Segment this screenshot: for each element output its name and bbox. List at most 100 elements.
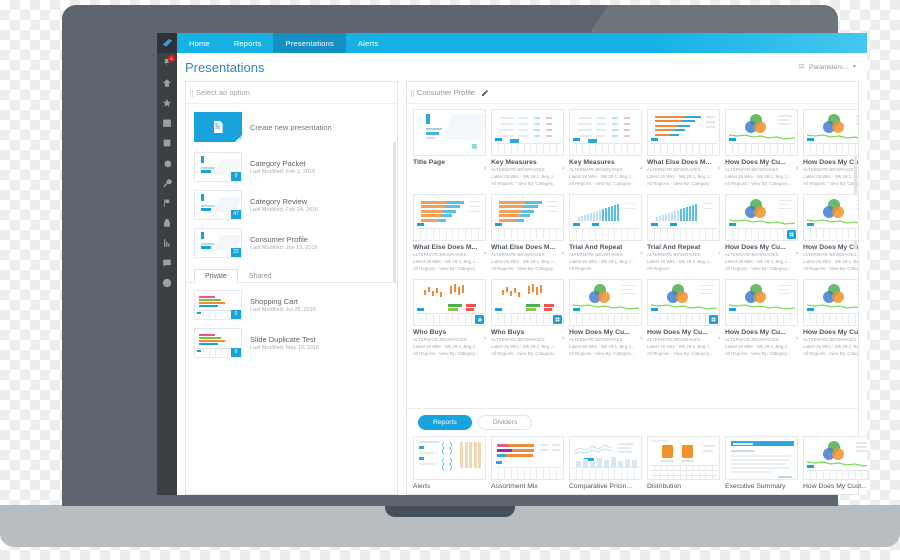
pin-icon[interactable] [795,244,800,257]
slide-card[interactable]: What Else Does M... ALTERNATE BEVERAGES … [491,193,568,279]
rail-item-home-icon[interactable] [157,73,177,93]
slide-subtitle: ALTERNATE BEVERAGES Latest 26 Wks - Wk 2… [413,337,481,357]
nav-item-presentations[interactable]: Presentations [273,33,346,53]
slide-card[interactable]: How Does My Cu... ALTERNATE BEVERAGES La… [803,109,858,194]
app-logo-icon[interactable] [157,33,177,53]
pin-icon[interactable] [639,159,644,172]
pin-icon[interactable] [717,159,722,172]
slide-title: How Does My Cu... [569,328,630,336]
slide-card[interactable]: Key Measures ALTERNATE BEVERAGES Latest … [569,109,646,194]
tab-reports[interactable]: Reports [418,415,472,430]
slide-count-badge: 6 [231,348,241,357]
slide-sub-line-3: All Regions - View By: Category... [725,266,791,272]
slide-card[interactable]: How Does My Cu... ALTERNATE BEVERAGES La… [569,278,646,364]
slide-sub-line-3: All Regions - View By: Category [491,266,554,272]
rail-badge: 1 [168,55,175,62]
list-item[interactable]: 6 Slide Duplicate Test Last Modified: Ma… [186,324,397,362]
slide-caption: How Does My Cu... ALTERNATE BEVERAGES La… [569,329,644,358]
slide-caption: How Does My Cu... ALTERNATE BEVERAGES La… [803,159,858,188]
slide-card[interactable]: What Else Does M... ALTERNATE BEVERAGES … [413,193,490,279]
pin-icon[interactable] [483,329,488,341]
nav-item-home[interactable]: Home [177,33,222,53]
tab-dividers[interactable]: Dividers [477,415,533,430]
list-item[interactable]: 9 Category Packet Last Modified: Feb 1, … [186,148,397,186]
rail-item-pin-alert-icon[interactable]: 1 [157,53,177,73]
presentation-list-panel: Select an option + Create new presentati… [185,81,398,495]
pin-icon[interactable] [483,159,488,172]
grid-badge-icon[interactable] [553,314,562,324]
pin-icon[interactable] [717,329,722,341]
rail-item-chart-icon[interactable] [157,233,177,253]
nav-item-alerts[interactable]: Alerts [346,33,390,53]
slide-caption: Who Buys ALTERNATE BEVERAGES Latest 26 W… [413,329,488,358]
slide-subtitle: ALTERNATE BEVERAGES Latest 26 Wks - Wk 2… [569,337,637,357]
report-card[interactable]: Distribution [647,436,724,490]
pin-icon[interactable] [561,329,566,341]
slide-card[interactable]: Trial And Repeat ALTERNATE BEVERAGES Lat… [647,193,724,279]
slide-card[interactable]: Who Buys ALTERNATE BEVERAGES Latest 26 W… [491,278,568,364]
grid-badge-icon[interactable] [787,229,796,239]
slide-card[interactable]: Key Measures ALTERNATE BEVERAGES Latest … [491,109,568,194]
slide-caption: Trial And Repeat ALTERNATE BEVERAGES Lat… [647,244,722,273]
report-grid: Alerts Assortment Mix Comparative Pricin… [413,436,867,490]
gear-badge-icon[interactable] [475,314,484,324]
left-scrollbar[interactable] [393,142,396,282]
pencil-icon[interactable] [481,84,489,102]
pin-icon[interactable] [717,244,722,257]
slide-thumbnail [491,278,564,326]
list-item[interactable]: 9 Shopping Cart Last Modified: Jul 28, 2… [186,283,397,324]
slide-sub-line-2: Latest 26 Wks - Wk 28-1, Beg J... [413,344,479,350]
slide-card[interactable]: How Does My Cu... ALTERNATE BEVERAGES La… [803,278,858,364]
pin-icon[interactable] [795,329,800,341]
report-card[interactable]: Executive Summary [725,436,802,490]
pin-icon[interactable] [639,329,644,341]
create-new-presentation-button[interactable]: + Create new presentation [186,104,397,148]
rail-item-comment-icon[interactable] [157,253,177,273]
grid-badge-icon[interactable] [709,314,718,324]
presentation-modified: Last Modified: Feb 24, 2016 [250,207,319,213]
rail-item-help-icon[interactable] [157,273,177,293]
tab-shared[interactable]: Shared [238,269,283,283]
parameters-dropdown[interactable]: Parameters... ▼ [798,63,857,72]
nav-item-reports[interactable]: Reports [222,33,274,53]
slide-thumbnail [725,278,798,326]
slide-deck-panel: Consumer Profile Title Page Key Measures… [406,81,867,495]
slide-title: Who Buys [413,328,447,336]
slide-card[interactable]: What Else Does M... ALTERNATE BEVERAGES … [647,109,724,194]
pin-icon[interactable] [639,244,644,257]
report-card[interactable]: Alerts [413,436,490,490]
rail-item-database-icon[interactable] [157,133,177,153]
slide-card[interactable]: Trial And Repeat ALTERNATE BEVERAGES Lat… [569,193,646,279]
presentation-name: Consumer Profile [250,235,308,244]
slide-sub-line-3: All Regions - View By: Category... [569,351,635,357]
rail-item-calendar-icon[interactable] [157,113,177,133]
slide-card[interactable]: How Does My Cu... ALTERNATE BEVERAGES La… [803,193,858,279]
slide-sub-line-2: Latest 26 Wks - Wk 28-1, Beg J... [803,259,858,265]
slide-card[interactable]: How Does My Cu... ALTERNATE BEVERAGES La… [725,193,802,279]
rail-item-gear-icon[interactable] [157,153,177,173]
list-item[interactable]: 22 Consumer Profile Last Modified: Jun 1… [186,224,397,262]
icon-rail: 1 [157,33,177,495]
report-card[interactable]: How Does My Cust... [803,436,867,490]
select-option-dropdown[interactable]: Select an option [186,82,397,104]
slide-card[interactable]: Who Buys ALTERNATE BEVERAGES Latest 26 W… [413,278,490,364]
pin-icon[interactable] [561,244,566,257]
slide-card[interactable]: How Does My Cu... ALTERNATE BEVERAGES La… [725,278,802,364]
rail-item-wrench-icon[interactable] [157,173,177,193]
slide-caption: Title Page [413,159,488,172]
report-card[interactable]: Comparative Pricin... [569,436,646,490]
rail-item-star-icon[interactable] [157,93,177,113]
rail-item-lock-icon[interactable] [157,213,177,233]
pin-icon[interactable] [561,159,566,172]
slide-card[interactable]: How Does My Cu... ALTERNATE BEVERAGES La… [725,109,802,194]
rail-item-flag-icon[interactable] [157,193,177,213]
slide-card[interactable]: Title Page [413,109,490,194]
list-item[interactable]: 47 Category Review Last Modified: Feb 24… [186,186,397,224]
presentation-modified: Last Modified: Jun 13, 2016 [250,245,318,251]
create-new-label: Create new presentation [250,122,332,132]
pin-icon[interactable] [483,244,488,257]
tab-private[interactable]: Private [194,269,238,283]
slide-card[interactable]: How Does My Cu... ALTERNATE BEVERAGES La… [647,278,724,364]
report-card[interactable]: Assortment Mix [491,436,568,490]
pin-icon[interactable] [795,159,800,172]
